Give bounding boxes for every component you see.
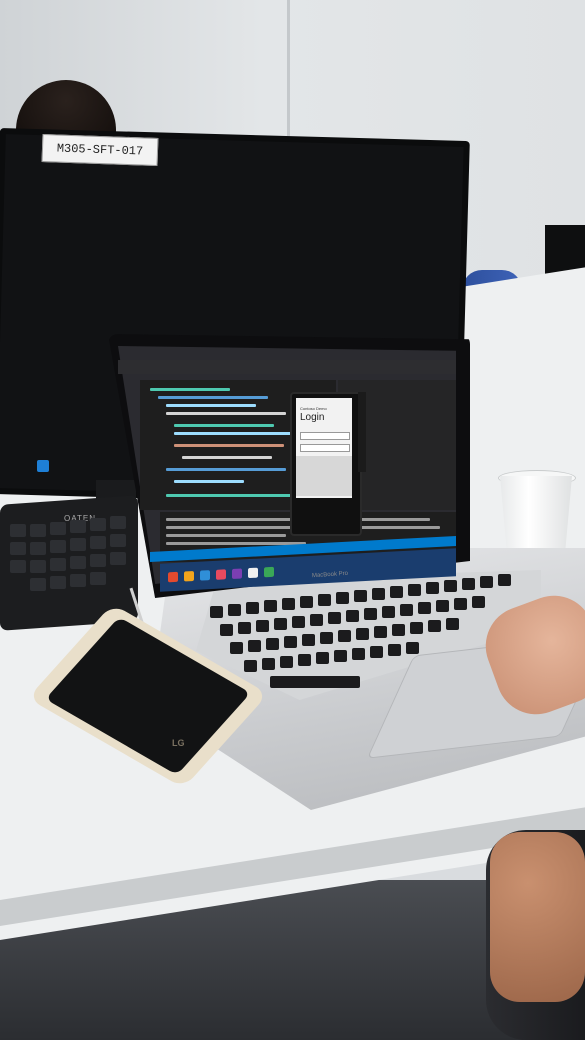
emulator-username-field — [300, 432, 350, 440]
monitor-power-led — [37, 460, 49, 472]
ide-menubar — [118, 360, 456, 374]
phone-brand-label: LG — [172, 738, 185, 748]
emulator-soft-keyboard — [296, 456, 352, 496]
monitor-asset-label: M305-SFT-017 — [41, 133, 159, 167]
hand-on-knee — [490, 832, 585, 1002]
external-keyboard-keys — [10, 516, 130, 614]
emulator-toolbar — [358, 392, 366, 472]
emulator-app-title: Contoso Demo — [300, 406, 327, 411]
emulator-login-heading: Login — [300, 412, 325, 423]
emulator-password-field — [300, 444, 350, 452]
